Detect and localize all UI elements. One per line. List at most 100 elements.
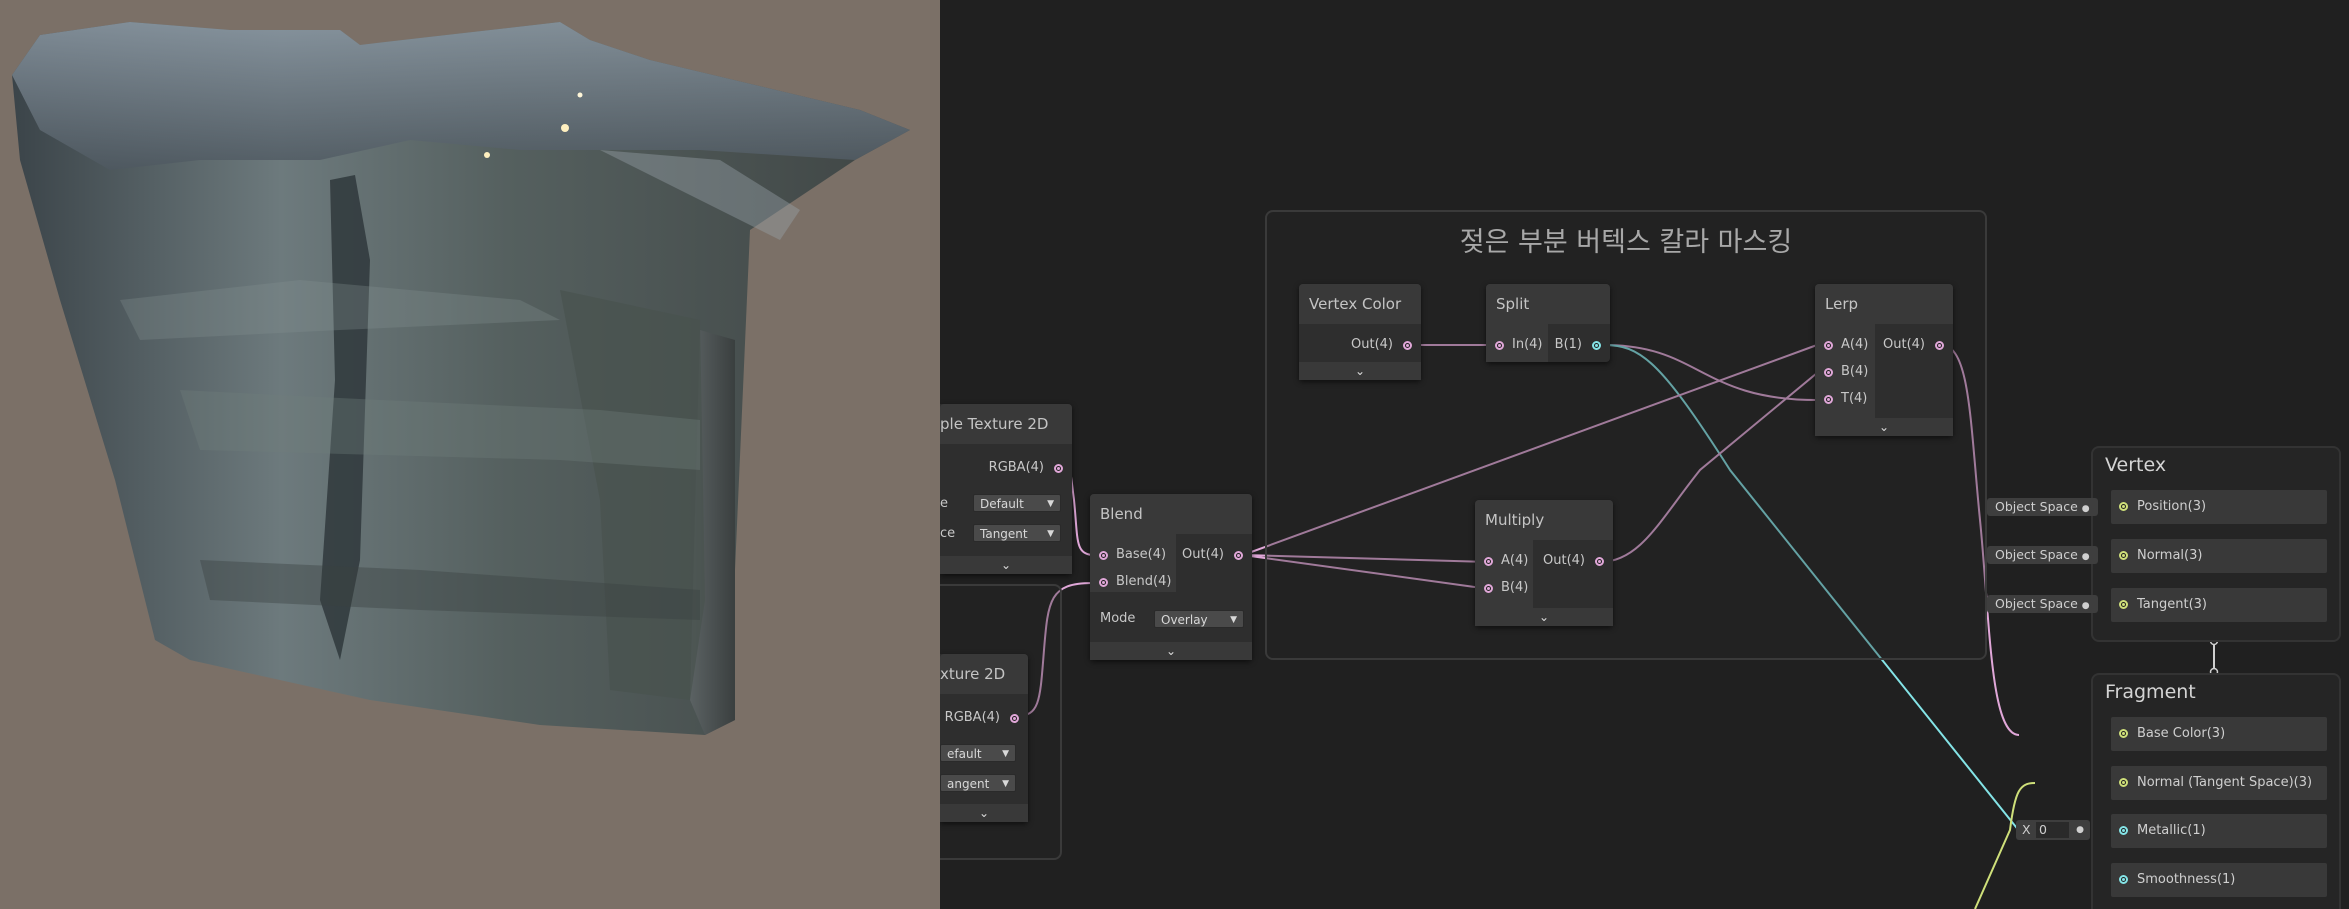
position-port[interactable] <box>2119 502 2128 511</box>
metallic-label: Metallic(1) <box>2137 823 2206 838</box>
metallic-default-input[interactable]: X 0 ● <box>2016 820 2090 840</box>
vertex-context[interactable]: Vertex Position(3) Normal(3) Tangent(3) <box>2091 446 2341 642</box>
multiply-out-port[interactable] <box>1595 557 1604 566</box>
node-title[interactable]: Blend <box>1090 494 1252 534</box>
sample2-rgba-label: RGBA(4) <box>944 710 1000 725</box>
smoothness-port[interactable] <box>2119 875 2128 884</box>
multiply-a-port[interactable] <box>1484 557 1493 566</box>
node-title[interactable]: ple Texture 2D <box>940 404 1072 444</box>
split-b-port[interactable] <box>1592 341 1601 350</box>
lerp-a-port[interactable] <box>1824 341 1833 350</box>
basecolor-port[interactable] <box>2119 729 2128 738</box>
chevron-down-icon[interactable]: ⌄ <box>1090 642 1252 660</box>
port-dot-icon: ● <box>2081 552 2090 562</box>
multiply-b-port[interactable] <box>1484 584 1493 593</box>
sample1-space-label: ce <box>940 526 956 541</box>
blend-base-port[interactable] <box>1099 551 1108 560</box>
group-title[interactable]: 젖은 부분 버텍스 칼라 마스킹 <box>1267 220 1985 259</box>
lerp-node[interactable]: Lerp A(4) B(4) T(4) Out(4) ⌄ <box>1815 284 1953 436</box>
sample2-type-value: efault <box>947 747 982 761</box>
blend-base-label: Base(4) <box>1116 547 1167 562</box>
sample2-type-dropdown[interactable]: efault ▼ <box>940 744 1016 762</box>
lerp-b-port[interactable] <box>1824 368 1833 377</box>
smoothness-label: Smoothness(1) <box>2137 872 2236 887</box>
tangent-port[interactable] <box>2119 600 2128 609</box>
multiply-node[interactable]: Multiply A(4) B(4) Out(4) ⌄ <box>1475 500 1613 626</box>
chevron-down-icon[interactable]: ⌄ <box>1475 608 1613 626</box>
node-title[interactable]: xture 2D <box>940 654 1028 694</box>
blend-blend-label: Blend(4) <box>1116 574 1172 589</box>
vertex-position-slot[interactable]: Position(3) <box>2111 490 2327 524</box>
node-title[interactable]: Multiply <box>1475 500 1613 540</box>
chevron-down-icon[interactable]: ⌄ <box>940 556 1072 574</box>
normal-label: Normal(3) <box>2137 548 2203 563</box>
sample2-space-value: angent <box>947 777 990 791</box>
fragment-basecolor-slot[interactable]: Base Color(3) <box>2111 717 2327 751</box>
port-dot-icon: ● <box>2076 825 2084 835</box>
lerp-a-label: A(4) <box>1841 337 1869 352</box>
normal-space-input[interactable]: Object Space ● <box>1987 546 2098 564</box>
dropdown-arrow-icon: ▼ <box>1047 529 1054 539</box>
port-dot-icon: ● <box>2081 504 2090 514</box>
node-title[interactable]: Split <box>1486 284 1610 324</box>
lerp-t-label: T(4) <box>1841 391 1868 406</box>
sample2-space-dropdown[interactable]: angent ▼ <box>940 774 1016 792</box>
split-in-port[interactable] <box>1495 341 1504 350</box>
dropdown-arrow-icon: ▼ <box>1002 779 1009 789</box>
sample1-space-dropdown[interactable]: Tangent ▼ <box>973 524 1061 542</box>
tangent-label: Tangent(3) <box>2137 597 2207 612</box>
normal-ts-label: Normal (Tangent Space)(3) <box>2137 775 2313 790</box>
main-preview-viewport[interactable] <box>0 0 940 909</box>
node-title[interactable]: Lerp <box>1815 284 1953 324</box>
blend-out-label: Out(4) <box>1182 547 1224 562</box>
shader-graph-canvas[interactable]: 젖은 부분 버텍스 칼라 마스킹 Vertex Color Out(4) ⌄ S… <box>940 0 2349 909</box>
fragment-normal-slot[interactable]: Normal (Tangent Space)(3) <box>2111 766 2327 800</box>
dropdown-arrow-icon: ▼ <box>1230 615 1237 625</box>
lerp-t-port[interactable] <box>1824 395 1833 404</box>
normal-port[interactable] <box>2119 551 2128 560</box>
blend-mode-value: Overlay <box>1161 613 1208 627</box>
vertex-color-out-port[interactable] <box>1403 341 1412 350</box>
node-title[interactable]: Vertex Color <box>1299 284 1421 324</box>
metallic-axis-label: X <box>2022 822 2031 837</box>
blend-node[interactable]: Blend Base(4) Blend(4) Out(4) Mode Overl… <box>1090 494 1252 660</box>
chevron-down-icon[interactable]: ⌄ <box>1815 418 1953 436</box>
dropdown-arrow-icon: ▼ <box>1002 749 1009 759</box>
multiply-inputs <box>1475 540 1533 608</box>
tangent-space-input[interactable]: Object Space ● <box>1987 595 2098 613</box>
sample-texture-2d-node[interactable]: ple Texture 2D RGBA(4) e Default ▼ ce Tan… <box>940 404 1072 574</box>
basecolor-label: Base Color(3) <box>2137 726 2226 741</box>
chevron-down-icon[interactable]: ⌄ <box>940 804 1028 822</box>
blend-blend-port[interactable] <box>1099 578 1108 587</box>
lerp-b-label: B(4) <box>1841 364 1869 379</box>
sample1-type-label: e <box>940 496 948 511</box>
vertex-title: Vertex <box>2105 454 2167 476</box>
vertex-normal-slot[interactable]: Normal(3) <box>2111 539 2327 573</box>
split-node[interactable]: Split In(4) B(1) <box>1486 284 1610 362</box>
lerp-out-port[interactable] <box>1935 341 1944 350</box>
sample-texture-2d-node-2[interactable]: xture 2D RGBA(4) efault ▼ angent ▼ ⌄ <box>940 654 1028 822</box>
position-space-input[interactable]: Object Space ● <box>1987 498 2098 516</box>
vertex-tangent-slot[interactable]: Tangent(3) <box>2111 588 2327 622</box>
blend-out-port[interactable] <box>1234 551 1243 560</box>
sample2-rgba-port[interactable] <box>1010 714 1019 723</box>
chevron-down-icon[interactable]: ⌄ <box>1299 362 1421 380</box>
sample1-rgba-port[interactable] <box>1054 464 1063 473</box>
fragment-metallic-slot[interactable]: Metallic(1) <box>2111 814 2327 848</box>
vertex-color-out-label: Out(4) <box>1351 337 1393 352</box>
vertex-color-node[interactable]: Vertex Color Out(4) ⌄ <box>1299 284 1421 380</box>
tangent-space-label: Object Space <box>1995 596 2078 611</box>
split-in-label: In(4) <box>1512 337 1543 352</box>
position-space-label: Object Space <box>1995 499 2078 514</box>
fragment-smoothness-slot[interactable]: Smoothness(1) <box>2111 863 2327 897</box>
metallic-value-field[interactable]: 0 <box>2036 822 2069 838</box>
fragment-context[interactable]: Fragment Base Color(3) Normal (Tangent S… <box>2091 673 2341 909</box>
multiply-a-label: A(4) <box>1501 553 1529 568</box>
sample1-rgba-label: RGBA(4) <box>988 460 1044 475</box>
blend-mode-dropdown[interactable]: Overlay ▼ <box>1154 610 1244 628</box>
normal-ts-port[interactable] <box>2119 778 2128 787</box>
multiply-b-label: B(4) <box>1501 580 1529 595</box>
position-label: Position(3) <box>2137 499 2207 514</box>
sample1-type-dropdown[interactable]: Default ▼ <box>973 494 1061 512</box>
metallic-port[interactable] <box>2119 826 2128 835</box>
